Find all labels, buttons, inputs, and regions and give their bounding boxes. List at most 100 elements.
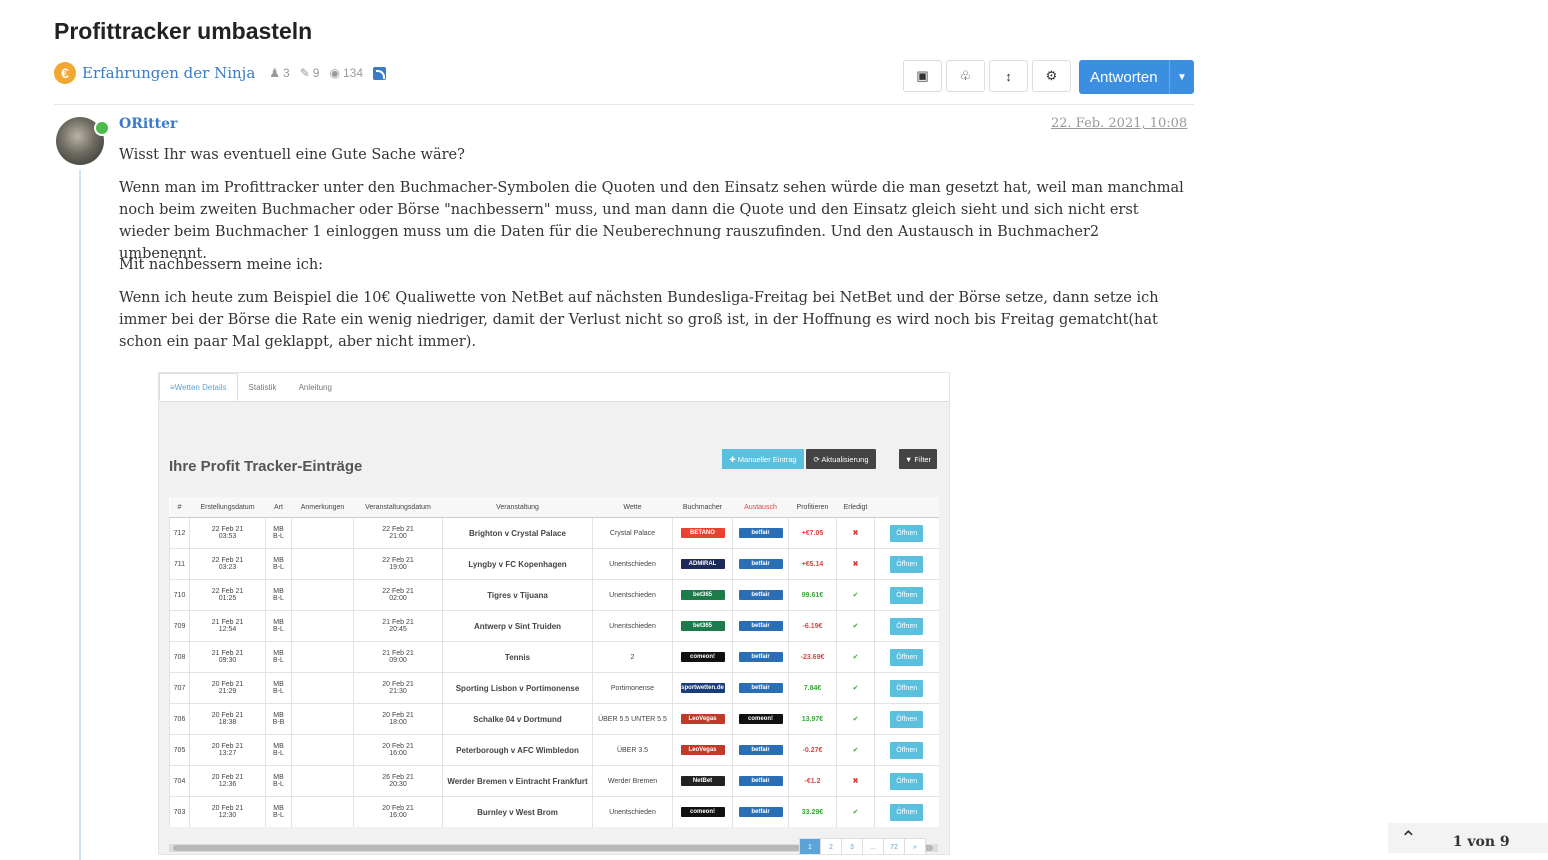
exchange-logo: betfair: [738, 559, 783, 569]
online-status-icon: [94, 120, 110, 136]
cell-event-date: 20 Feb 21 18:00: [353, 703, 443, 735]
bookie-logo: ADMIRAL: [680, 559, 725, 569]
post-paragraph: Wisst Ihr was eventuell eine Gute Sache …: [119, 147, 465, 163]
cell-created: 20 Feb 21 13:27: [189, 734, 266, 766]
cell-profit: 7.84€: [788, 672, 837, 704]
open-button: Öffnen: [890, 555, 924, 573]
cell-notes: [291, 548, 354, 580]
posts-count: 9: [312, 66, 320, 80]
bookie-logo: bet365: [680, 621, 725, 631]
post-author[interactable]: ORitter: [119, 116, 177, 132]
check-icon: ✔: [836, 734, 875, 766]
cell-notes: [291, 703, 354, 735]
column-header: Anmerkungen: [291, 497, 354, 518]
cell-created: 22 Feb 21 03:23: [189, 548, 266, 580]
exchange-logo: betfair: [738, 621, 783, 631]
pager-item: ...: [862, 838, 884, 854]
sort-button[interactable]: ↕: [989, 60, 1028, 92]
cell-exchange: betfair: [732, 610, 789, 642]
cell-bet: ÜBER 5.5 UNTER 5.5: [592, 703, 673, 735]
post-pagination[interactable]: ⌃ 1 von 9: [1388, 823, 1548, 853]
reply-dropdown-caret-icon[interactable]: ▼: [1169, 60, 1194, 94]
posters-stat: ♟ 3: [269, 66, 289, 80]
cell-art: MB B-L: [265, 641, 292, 673]
table-row: 703 20 Feb 21 12:30 MB B-L 20 Feb 21 16:00 B…: [169, 796, 939, 827]
column-header: Buchmacher: [672, 497, 733, 518]
bookie-logo: LeoVegas: [680, 714, 725, 724]
pager-item: 1: [799, 838, 821, 854]
cell-id: 706: [169, 703, 190, 735]
cell-profit: 33.29€: [788, 796, 837, 827]
inbox-button[interactable]: ▣: [903, 60, 942, 92]
cell-id: 709: [169, 610, 190, 642]
cell-id: 707: [169, 672, 190, 704]
cell-event-date: 20 Feb 21 16:00: [353, 796, 443, 827]
cell-id: 705: [169, 734, 190, 766]
pagination-count: 1 von 9: [1452, 834, 1510, 850]
check-icon: ✔: [836, 579, 875, 611]
open-button: Öffnen: [890, 617, 924, 635]
cell-profit: +€5.14: [788, 548, 837, 580]
cell-event: Sporting Lisbon v Portimonense: [442, 672, 593, 704]
cell-profit: +€7.05: [788, 517, 837, 549]
cell-bookie: comeon!: [672, 796, 733, 827]
cell-profit: -23.69€: [788, 641, 837, 673]
reply-button[interactable]: Antworten ▼: [1079, 60, 1194, 94]
cell-event: Lyngby v FC Kopenhagen: [442, 548, 593, 580]
column-header: Austausch: [732, 497, 789, 518]
reply-label[interactable]: Antworten: [1079, 69, 1169, 86]
cross-icon: ✖: [836, 517, 875, 549]
cell-exchange: betfair: [732, 548, 789, 580]
bell-icon: ♧: [959, 68, 972, 83]
post-paragraph: Mit nachbessern meine ich:: [119, 257, 324, 273]
notification-button[interactable]: ♧: [946, 60, 985, 92]
cell-open: Öffnen: [874, 517, 939, 549]
screenshot-pager: 1 2 3... 72»: [799, 838, 926, 854]
check-icon: ✔: [836, 796, 875, 827]
cell-created: 20 Feb 21 12:36: [189, 765, 266, 797]
bookie-logo: comeon!: [680, 807, 725, 817]
cell-open: Öffnen: [874, 796, 939, 827]
cell-exchange: betfair: [732, 579, 789, 611]
column-header: Erledigt: [836, 497, 875, 518]
screenshot-body: Ihre Profit Tracker-Einträge ✚ Manueller…: [159, 401, 949, 854]
cell-bookie: ADMIRAL: [672, 548, 733, 580]
cell-id: 704: [169, 765, 190, 797]
screenshot-tab: ≡Wetten Details: [159, 373, 238, 401]
rss-icon[interactable]: [373, 66, 386, 80]
settings-button[interactable]: ⚙: [1032, 60, 1071, 92]
cell-art: MB B-L: [265, 765, 292, 797]
cell-profit: 99.61€: [788, 579, 837, 611]
cell-event-date: 22 Feb 21 02:00: [353, 579, 443, 611]
double-chevron-up-icon[interactable]: ⌃: [1400, 826, 1417, 851]
category-euro-icon[interactable]: €: [54, 62, 76, 84]
cell-art: MB B-L: [265, 672, 292, 704]
open-button: Öffnen: [890, 741, 924, 759]
cell-notes: [291, 734, 354, 766]
table-body: 712 22 Feb 21 03:53 MB B-L 22 Feb 21 21:00 B…: [169, 517, 939, 827]
cell-notes: [291, 610, 354, 642]
post-timestamp[interactable]: 22. Feb. 2021, 10:08: [1051, 116, 1187, 131]
bookie-logo: NetBet: [680, 776, 725, 786]
cell-bet: Unentschieden: [592, 579, 673, 611]
screenshot-tab: Anleitung: [298, 383, 332, 392]
cell-notes: [291, 765, 354, 797]
cell-bet: 2: [592, 641, 673, 673]
exchange-logo: betfair: [738, 683, 783, 693]
cell-bookie: NetBet: [672, 765, 733, 797]
cell-art: MB B-L: [265, 734, 292, 766]
check-icon: ✔: [836, 641, 875, 673]
embedded-screenshot[interactable]: ≡Wetten Details Statistik Anleitung Ihre…: [158, 372, 950, 855]
cell-profit: -6.19€: [788, 610, 837, 642]
cell-bet: Werder Bremen: [592, 765, 673, 797]
column-header: Art: [265, 497, 292, 518]
tracker-table: # Erstellungsdatum Art Anmerkungen Veranstal…: [169, 497, 939, 827]
table-row: 711 22 Feb 21 03:23 MB B-L 22 Feb 21 19:00 L…: [169, 548, 939, 580]
screenshot-heading: Ihre Profit Tracker-Einträge: [169, 458, 363, 475]
cell-event-date: 22 Feb 21 19:00: [353, 548, 443, 580]
cell-created: 20 Feb 21 21:29: [189, 672, 266, 704]
check-icon: ✔: [836, 703, 875, 735]
category-link[interactable]: Erfahrungen der Ninja: [82, 64, 255, 82]
cell-art: MB B-L: [265, 579, 292, 611]
cell-created: 20 Feb 21 12:30: [189, 796, 266, 827]
